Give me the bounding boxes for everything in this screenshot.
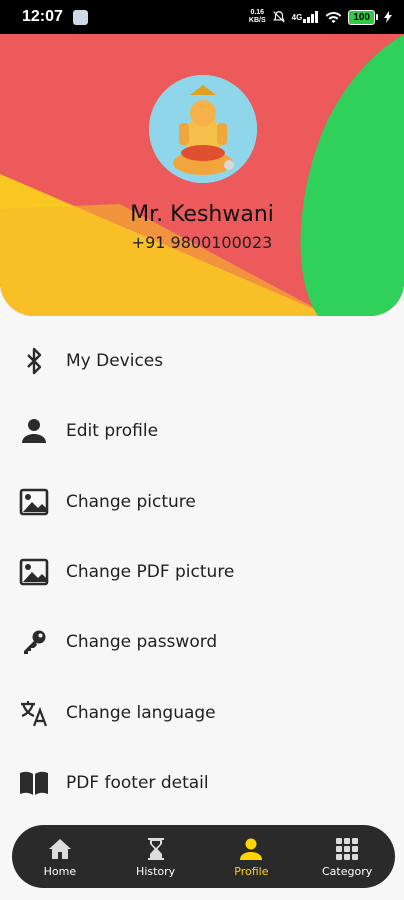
menu-item-my-devices[interactable]: My Devices: [0, 326, 404, 396]
status-bar: 12:07 0.16 KB/S 4G 100: [0, 0, 404, 34]
menu-label: Change picture: [66, 491, 196, 512]
network-speed-unit: KB/S: [248, 17, 266, 24]
bottom-navigation: Home History Profile Category: [12, 825, 395, 888]
image-icon: [18, 556, 50, 588]
menu-label: Change PDF picture: [66, 562, 235, 583]
charging-icon: [384, 11, 392, 23]
hourglass-icon: [143, 836, 169, 862]
profile-avatar[interactable]: [149, 75, 257, 183]
menu-label: My Devices: [66, 351, 164, 372]
battery-icon: 100: [348, 9, 378, 25]
network-speed: 0.16 KB/S: [249, 9, 266, 25]
image-icon: [18, 486, 50, 518]
user-name: Mr. Keshwani: [130, 202, 274, 227]
nav-home[interactable]: Home: [12, 825, 108, 888]
menu-label: Change language: [66, 702, 216, 723]
menu-label: PDF footer detail: [66, 772, 209, 793]
user-phone: +91 9800100023: [131, 233, 273, 252]
mute-alarm-icon: [272, 10, 286, 24]
nav-label: Category: [322, 864, 373, 878]
status-time: 12:07: [22, 8, 63, 25]
menu-item-change-language[interactable]: Change language: [0, 677, 404, 747]
menu-item-pdf-footer-detail[interactable]: PDF footer detail: [0, 748, 404, 818]
profile-header: Mr. Keshwani +91 9800100023: [0, 34, 404, 316]
menu-item-change-picture[interactable]: Change picture: [0, 467, 404, 537]
menu-item-change-password[interactable]: Change password: [0, 607, 404, 677]
profile-menu: My Devices Edit profile Change picture C…: [0, 326, 404, 818]
network-type: 4G: [291, 12, 303, 22]
cellular-signal-icon: 4G: [292, 11, 320, 23]
home-icon: [47, 836, 73, 862]
network-speed-value: 0.16: [250, 9, 265, 16]
wifi-icon: [325, 11, 342, 24]
nav-label: History: [136, 864, 176, 878]
nav-profile[interactable]: Profile: [204, 825, 300, 888]
status-indicators: 0.16 KB/S 4G 100: [249, 9, 392, 25]
battery-level: 100: [348, 9, 375, 25]
book-icon: [18, 767, 50, 799]
nav-history[interactable]: History: [108, 825, 204, 888]
menu-label: Change password: [66, 632, 218, 653]
nav-label: Profile: [234, 864, 269, 878]
deity-portrait-image: [149, 75, 257, 183]
grid-icon: [334, 836, 360, 862]
menu-label: Edit profile: [66, 421, 159, 442]
key-icon: [18, 626, 50, 658]
menu-item-edit-profile[interactable]: Edit profile: [0, 396, 404, 466]
nav-category[interactable]: Category: [299, 825, 395, 888]
app-notification-icon: [72, 9, 88, 25]
person-icon: [18, 415, 50, 447]
translate-icon: [18, 697, 50, 729]
bluetooth-icon: [18, 345, 50, 377]
menu-item-change-pdf-picture[interactable]: Change PDF picture: [0, 537, 404, 607]
person-icon: [238, 836, 264, 862]
nav-label: Home: [43, 864, 77, 878]
